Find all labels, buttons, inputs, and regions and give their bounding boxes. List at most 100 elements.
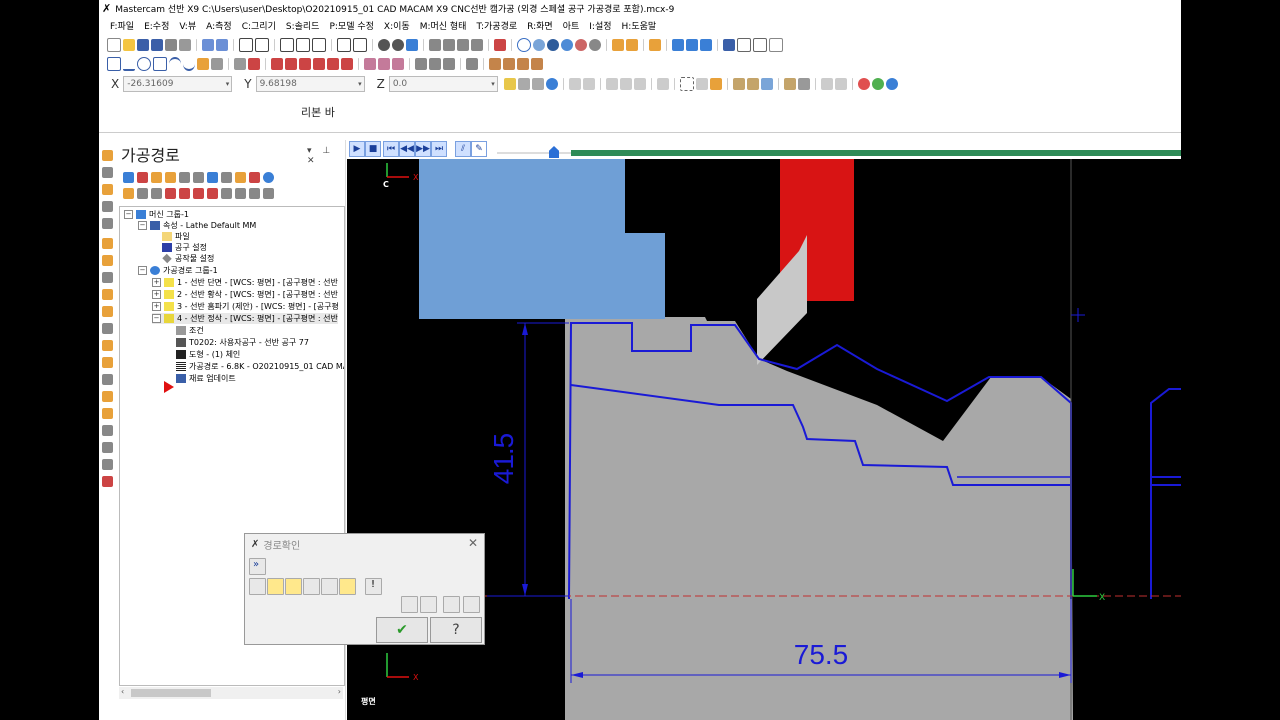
lathe-quick-icon[interactable]: [102, 374, 113, 385]
snap-help-icon[interactable]: [545, 78, 558, 90]
snap-cross-icon[interactable]: [531, 78, 544, 90]
dialog-title-bar[interactable]: ✗ 경로확인: [251, 537, 300, 552]
tree-node-tool-settings[interactable]: 공구 설정: [162, 242, 207, 253]
rewind-start-button[interactable]: ⏮: [383, 141, 399, 157]
shaded-icon[interactable]: [533, 39, 545, 51]
speed-slider-thumb[interactable]: [549, 146, 559, 158]
toggle-post-icon[interactable]: [151, 187, 162, 199]
menu-file[interactable]: F:파일: [110, 19, 134, 32]
menu-create[interactable]: C:그리기: [242, 19, 276, 32]
layers-icon[interactable]: [769, 38, 783, 52]
lathe-transfer-icon[interactable]: [102, 442, 113, 453]
g1-post-icon[interactable]: [221, 171, 232, 183]
play-button[interactable]: ▶: [349, 141, 365, 157]
step-back-button[interactable]: ◀◀: [399, 141, 415, 157]
tree-node-op-3[interactable]: + 3 - 선반 홈파기 (제안) - [WCS: 평면] - [공구평: [152, 301, 339, 312]
y-coordinate-field[interactable]: 9.68198 ▾: [255, 76, 365, 92]
dynamic-rotate-icon[interactable]: [392, 39, 404, 51]
solid-face-icon[interactable]: [732, 78, 745, 90]
backplot-icon[interactable]: [797, 78, 810, 90]
select-all-icon[interactable]: [568, 78, 581, 90]
help-button[interactable]: ?: [430, 617, 482, 643]
dim-horizontal-icon[interactable]: [443, 58, 455, 70]
array-icon[interactable]: [378, 58, 390, 70]
tree-node-files[interactable]: 파일: [162, 231, 190, 242]
layout-icon[interactable]: [753, 38, 767, 52]
select-window-icon[interactable]: [619, 78, 632, 90]
ok-button[interactable]: ✔: [376, 617, 428, 643]
toggle-display-icon[interactable]: [137, 187, 148, 199]
collapse-icon[interactable]: −: [152, 314, 161, 323]
stop-button[interactable]: ■: [365, 141, 381, 157]
lathe-groove-icon[interactable]: [102, 289, 113, 300]
expand-icon[interactable]: [221, 187, 232, 199]
analyze-angle-icon[interactable]: [700, 39, 712, 51]
tree-node-properties[interactable]: − 속성 - Lathe Default MM: [138, 220, 256, 231]
solid-body-icon[interactable]: [760, 78, 773, 90]
lathe-misc-icon[interactable]: [102, 391, 113, 402]
select-all-ops-icon[interactable]: [123, 171, 134, 183]
undo-icon[interactable]: [202, 39, 214, 51]
select-solid-icon[interactable]: [709, 78, 722, 90]
step-forward-button[interactable]: ▶▶: [415, 141, 431, 157]
expand-icon[interactable]: +: [152, 302, 161, 311]
move-up-icon[interactable]: [179, 187, 190, 199]
skip-end-button[interactable]: ⏭: [431, 141, 447, 157]
lathe-tailstock-icon[interactable]: [517, 58, 529, 70]
point-icon[interactable]: [107, 57, 121, 71]
select-dirty-ops-icon[interactable]: [137, 171, 148, 183]
display-motion-button[interactable]: [249, 578, 266, 595]
menu-settings[interactable]: I:설정: [589, 19, 611, 32]
delete-ops-icon[interactable]: [249, 171, 260, 183]
analyze-icon[interactable]: [672, 39, 684, 51]
new-file-icon[interactable]: [107, 38, 121, 52]
tree-node-geometry[interactable]: 도형 - (1) 체인: [176, 349, 240, 360]
dimension-icon[interactable]: [415, 58, 427, 70]
help-icon[interactable]: [885, 78, 898, 90]
lathe-rough-icon[interactable]: [102, 255, 113, 266]
offset-icon[interactable]: [299, 58, 311, 70]
fillet-icon[interactable]: [271, 58, 283, 70]
tree-node-op-4[interactable]: − 4 - 선반 정삭 - [WCS: 평면] - [공구평면 : 선반: [152, 313, 338, 324]
redo-icon[interactable]: [216, 39, 228, 51]
zoom-target-icon[interactable]: [280, 38, 294, 52]
menu-toolpaths[interactable]: T:가공경로: [476, 19, 517, 32]
select-chain-icon[interactable]: [605, 78, 618, 90]
scroll-right-icon[interactable]: ›: [338, 687, 341, 696]
rectangle-icon[interactable]: [153, 57, 167, 71]
menu-screen[interactable]: R:화면: [527, 19, 553, 32]
trace-hatch-button[interactable]: [420, 596, 437, 613]
only-display-icon[interactable]: [249, 187, 260, 199]
tree-node-toolpath[interactable]: 가공경로 - 6.8K - O20210915_01 CAD MAC: [176, 361, 344, 372]
lathe-stock-flip-icon[interactable]: [102, 408, 113, 419]
snap-settings-icon[interactable]: [517, 78, 530, 90]
lathe-bar-feed-icon[interactable]: [102, 425, 113, 436]
material-icon[interactable]: [589, 39, 601, 51]
display-rapid-button[interactable]: [303, 578, 320, 595]
tree-node-stock-settings[interactable]: 공작물 설정: [162, 253, 214, 264]
speed-slider-track[interactable]: [497, 152, 571, 154]
chamfer-icon[interactable]: [285, 58, 297, 70]
lathe-face-icon[interactable]: [102, 238, 113, 249]
display-options-icon[interactable]: [263, 187, 274, 199]
pan-icon[interactable]: [337, 38, 351, 52]
solid-edge-icon[interactable]: [746, 78, 759, 90]
print-preview-icon[interactable]: [179, 39, 191, 51]
trace-all-button[interactable]: [401, 596, 418, 613]
display-icon[interactable]: [820, 78, 833, 90]
view-right-icon[interactable]: [457, 39, 469, 51]
highfeed-icon[interactable]: [235, 171, 246, 183]
zoom-out-icon[interactable]: [312, 38, 326, 52]
expand-dialog-button[interactable]: »: [249, 558, 266, 575]
tree-node-toolpath-group[interactable]: − 가공경로 그룹-1: [138, 265, 218, 276]
panel-help-icon[interactable]: [263, 171, 274, 183]
lathe-finish-icon[interactable]: [102, 272, 113, 283]
scrollbar-thumb[interactable]: [131, 689, 211, 697]
select-only-icon[interactable]: [582, 78, 595, 90]
settings-gear-icon[interactable]: [723, 39, 735, 51]
rotate-xform-icon[interactable]: [327, 58, 339, 70]
line-icon[interactable]: [123, 57, 135, 71]
simulate-icon[interactable]: [102, 218, 113, 229]
cylinder-icon[interactable]: [197, 58, 209, 70]
repaint-icon[interactable]: [406, 39, 418, 51]
